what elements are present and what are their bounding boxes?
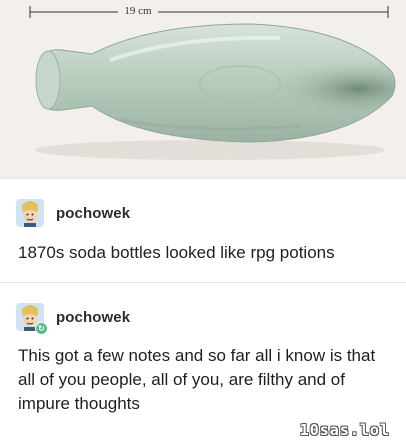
post-username[interactable]: pochowek — [56, 205, 130, 222]
cartoon-face-icon — [16, 199, 44, 227]
avatar-image — [16, 199, 44, 227]
bottle-illustration — [29, 6, 396, 160]
post-header: ↻ pochowek — [16, 303, 130, 335]
measurement-line — [29, 6, 389, 18]
watermark: 10sas.lol — [299, 421, 390, 439]
post-divider — [0, 178, 406, 179]
post-body: 1870s soda bottles looked like rpg potio… — [18, 243, 335, 262]
post-body: This got a few notes and so far all i kn… — [18, 346, 376, 413]
post-username[interactable]: pochowek — [56, 309, 130, 326]
avatar[interactable]: ↻ — [16, 303, 48, 335]
measurement-label: 19 cm — [118, 5, 158, 17]
post-header: pochowek — [16, 199, 130, 227]
bottle-photo: 19 cm — [0, 0, 406, 178]
avatar[interactable] — [16, 199, 44, 227]
reblog-icon: ↻ — [35, 322, 48, 335]
post-divider — [0, 282, 406, 283]
